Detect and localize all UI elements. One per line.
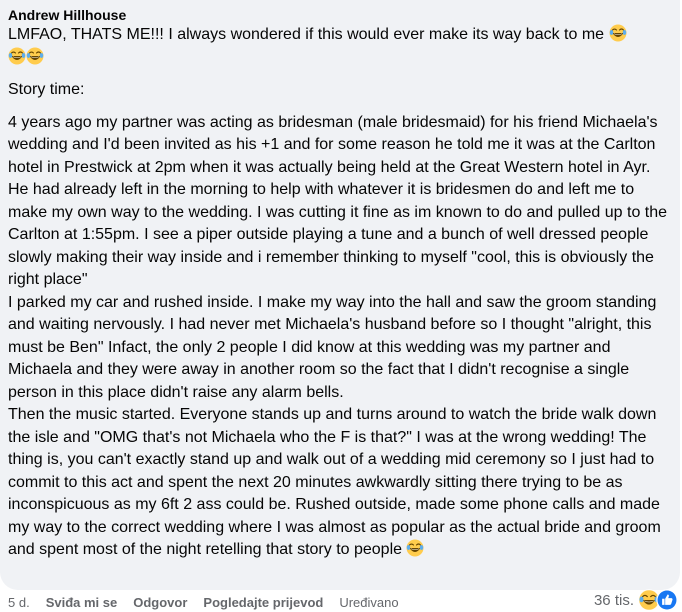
translate-button[interactable]: Pogledajte prijevod: [203, 595, 323, 610]
story-paragraph-3: Then the music started. Everyone stands …: [8, 404, 672, 562]
comment-author[interactable]: Andrew Hillhouse: [8, 6, 672, 24]
laughing-tears-emoji-icon: [8, 47, 26, 65]
comment-time[interactable]: 5 d.: [8, 595, 30, 610]
comment-actions: 5 d. Sviđa mi se Odgovor Pogledajte prij…: [8, 592, 415, 612]
edited-label[interactable]: Uređivano: [339, 595, 398, 610]
story-paragraph-1: 4 years ago my partner was acting as bri…: [8, 113, 668, 289]
story-label: Story time:: [8, 81, 85, 98]
story-paragraph-3-text: Then the music started. Everyone stands …: [8, 406, 661, 558]
story-paragraph-2: I parked my car and rushed inside. I mak…: [8, 293, 657, 401]
laughing-tears-emoji-icon: [26, 47, 44, 65]
like-reaction-icon: [656, 589, 678, 611]
laughing-tears-emoji-icon: [609, 24, 627, 42]
comment-line-1-text: LMFAO, THATS ME!!! I always wondered if …: [8, 26, 605, 43]
comment-body: LMFAO, THATS ME!!! I always wondered if …: [8, 24, 672, 562]
laughing-tears-emoji-icon: [406, 539, 424, 557]
reactions-count: 36 tis.: [593, 591, 634, 609]
reactions-summary[interactable]: 36 tis.: [594, 588, 678, 612]
like-button[interactable]: Sviđa mi se: [46, 595, 118, 610]
comment-line-1: LMFAO, THATS ME!!! I always wondered if …: [8, 24, 672, 69]
comment-bubble: Andrew Hillhouse LMFAO, THATS ME!!! I al…: [0, 0, 680, 590]
reply-button[interactable]: Odgovor: [133, 595, 187, 610]
